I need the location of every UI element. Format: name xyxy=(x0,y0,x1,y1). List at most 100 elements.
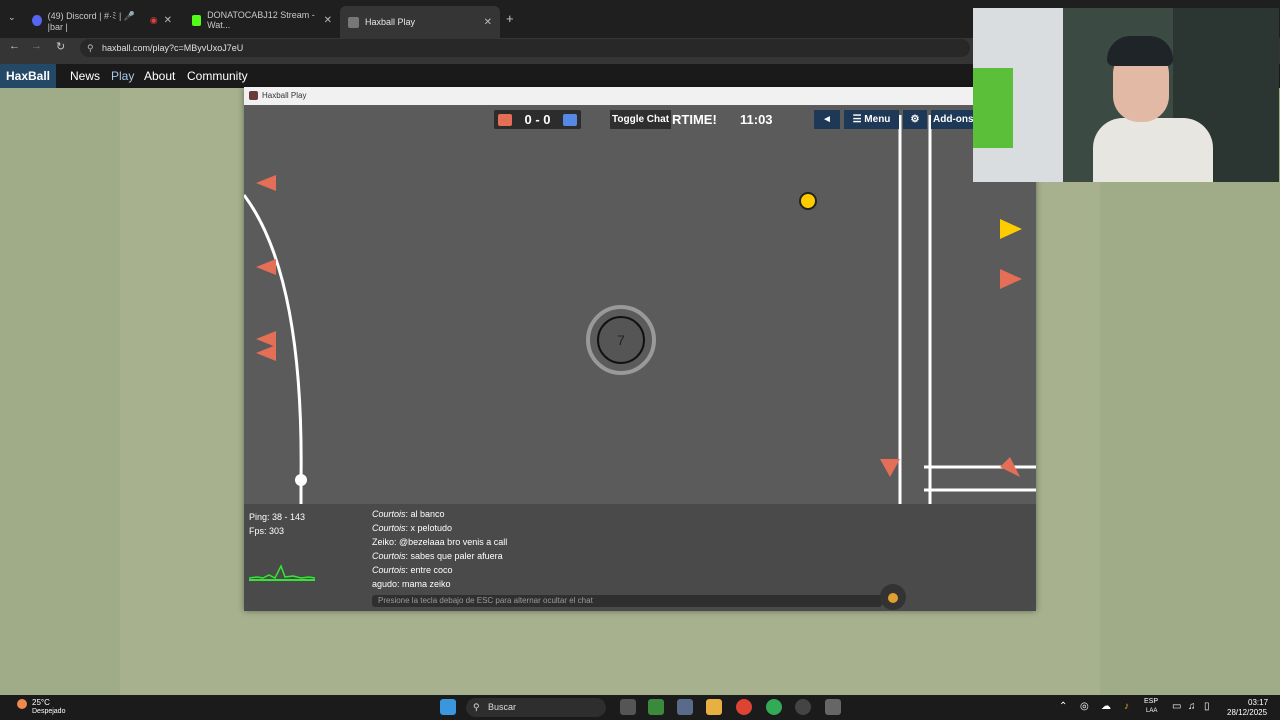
nav-news[interactable]: News xyxy=(70,64,100,88)
network-icon[interactable]: ▭ xyxy=(1172,701,1181,712)
reload-icon[interactable]: ↻ xyxy=(56,40,65,53)
nav-about[interactable]: About xyxy=(144,64,175,88)
new-tab-button[interactable]: + xyxy=(506,11,514,26)
scoreboard: 0 - 0 xyxy=(494,110,581,129)
game-window-title: Haxball Play xyxy=(262,91,307,100)
start-icon[interactable] xyxy=(440,699,456,715)
ball-indicator xyxy=(1000,219,1022,239)
battery-icon[interactable]: ▯ xyxy=(1204,701,1210,712)
tab-haxball-play[interactable]: Haxball Play ✕ xyxy=(340,6,500,38)
nav-play[interactable]: Play xyxy=(111,64,134,88)
kick-icon xyxy=(192,14,202,26)
fps-label: Fps: 303 xyxy=(249,526,285,536)
chat-message: Courtois: entre coco xyxy=(372,563,507,577)
score-value: 0 - 0 xyxy=(524,112,551,127)
windows-taskbar: 25°C Despejado ⚲ Buscar ⌃ ◎ ☁ ♪ ESP LAA … xyxy=(0,695,1280,720)
tab-discord[interactable]: (49) Discord | #·ﾐ | 🎤 |bar | ◉ ✕ xyxy=(24,8,180,32)
close-tab-icon[interactable]: ✕ xyxy=(484,17,492,28)
calculator-icon[interactable] xyxy=(677,699,693,715)
player-indicator-red xyxy=(256,331,276,347)
red-team-square xyxy=(498,114,512,126)
chrome-profile-icon[interactable] xyxy=(766,699,782,715)
task-view-icon[interactable] xyxy=(620,699,636,715)
chat-message: Courtois: x pelotudo xyxy=(372,521,507,535)
weather-desc: Despejado xyxy=(32,708,66,715)
tab-label: (49) Discord | #·ﾐ | 🎤 |bar | xyxy=(47,10,136,32)
player-indicator-red xyxy=(256,175,276,191)
chat-user: agudo xyxy=(372,579,398,589)
ball xyxy=(799,192,817,210)
settings-button[interactable]: ⚙ xyxy=(903,110,927,129)
chat-message: Courtois: sabes que paler afuera xyxy=(372,549,507,563)
chat-messages: Courtois: al banco Courtois: x pelotudo … xyxy=(372,507,507,591)
goal-post xyxy=(295,474,307,486)
game-timer: RTIME! 11:03 xyxy=(672,110,790,129)
microphone-icon[interactable]: ♪ xyxy=(1124,701,1129,712)
chat-message: agudo: mama zeiko xyxy=(372,577,507,591)
clock-time[interactable]: 03:17 xyxy=(1248,698,1268,707)
volume-icon[interactable]: ♫ xyxy=(1188,701,1196,712)
close-tab-icon[interactable]: ✕ xyxy=(324,15,332,26)
search-icon: ⚲ xyxy=(473,702,480,712)
haxball-icon xyxy=(249,91,258,100)
grass-stripe xyxy=(0,88,120,695)
player-indicator-red xyxy=(880,459,900,477)
tab-kick-stream[interactable]: DONATOCABJ12 Stream - Wat... ✕ xyxy=(184,8,340,32)
webcam-person-shirt xyxy=(1093,118,1213,182)
menu-button[interactable]: ☰ Menu xyxy=(844,110,899,129)
url-text: haxball.com/play?c=MByvUxoJ7eU xyxy=(102,43,244,53)
search-label: Buscar xyxy=(488,702,517,712)
obs-icon[interactable] xyxy=(795,699,811,715)
app-icon[interactable] xyxy=(825,699,841,715)
recording-icon: ◉ xyxy=(149,14,158,25)
toggle-chat-button[interactable]: Toggle Chat xyxy=(610,110,672,129)
chat-user: Courtois xyxy=(372,551,406,561)
tray-cloud-icon[interactable]: ☁ xyxy=(1101,701,1111,712)
pitch-drawing: 7 xyxy=(244,115,1036,504)
chat-text: : sabes que paler afuera xyxy=(405,551,503,561)
tray-chevron-icon[interactable]: ⌃ xyxy=(1059,701,1067,712)
app-icon[interactable] xyxy=(648,699,664,715)
close-tab-icon[interactable]: ✕ xyxy=(164,15,172,26)
chat-text: : mama zeiko xyxy=(397,579,451,589)
webcam-green-light xyxy=(973,68,1013,148)
weather-icon[interactable] xyxy=(17,699,27,709)
clock-label: 11:03 xyxy=(740,112,773,127)
emoji-icon xyxy=(888,593,898,603)
chat-text: : al banco xyxy=(405,509,445,519)
chrome-icon[interactable] xyxy=(736,699,752,715)
language-sub-label: LAA xyxy=(1146,708,1158,714)
site-info-icon[interactable]: ⚲ xyxy=(87,39,94,57)
game-pitch[interactable]: 7 0 - 0 Toggle Chat RTIME! 11:03 ◄ ☰ Men… xyxy=(244,105,1036,504)
back-icon[interactable]: ← xyxy=(9,40,20,52)
webcam-person-hair xyxy=(1107,36,1173,66)
language-label[interactable]: ESP xyxy=(1144,698,1158,705)
chat-user: Courtois xyxy=(372,565,406,575)
nav-community[interactable]: Community xyxy=(187,64,248,88)
chat-message: Zeiko: @bezelaaa bro venis a call xyxy=(372,535,507,549)
chat-text: : x pelotudo xyxy=(405,523,453,533)
haxball-logo[interactable]: HaxBall xyxy=(0,64,56,88)
clock-date[interactable]: 28/12/2025 xyxy=(1227,708,1267,717)
chat-message: Courtois: al banco xyxy=(372,507,507,521)
chat-user: Courtois xyxy=(372,523,406,533)
forward-icon[interactable]: → xyxy=(31,40,42,52)
tab-label: Haxball Play xyxy=(365,17,416,27)
chat-panel: Ping: 38 - 143 Fps: 303 Courtois: al ban… xyxy=(244,504,1036,611)
url-field[interactable]: ⚲ haxball.com/play?c=MByvUxoJ7eU xyxy=(80,39,970,57)
emoji-button[interactable] xyxy=(880,584,906,610)
tab-label: DONATOCABJ12 Stream - Wat... xyxy=(207,10,315,30)
chat-input[interactable]: Presione la tecla debajo de ESC para alt… xyxy=(372,595,882,607)
collapse-button[interactable]: ◄ xyxy=(814,110,840,129)
haxball-icon xyxy=(348,16,359,28)
chat-text: : @bezelaaa bro venis a call xyxy=(394,537,508,547)
tab-search-chevron-icon[interactable]: ⌄ xyxy=(8,12,16,23)
file-explorer-icon[interactable] xyxy=(706,699,722,715)
ping-graph xyxy=(249,564,316,581)
net-stats: Ping: 38 - 143 Fps: 303 xyxy=(249,510,305,538)
taskbar-search[interactable]: ⚲ Buscar xyxy=(466,698,606,717)
chat-text: : entre coco xyxy=(405,565,453,575)
ping-label: Ping: 38 - 143 xyxy=(249,512,306,522)
tray-app-icon[interactable]: ◎ xyxy=(1080,701,1089,712)
game-window: Haxball Play 7 0 - 0 Toggle Chat RTIME! … xyxy=(244,87,1036,611)
